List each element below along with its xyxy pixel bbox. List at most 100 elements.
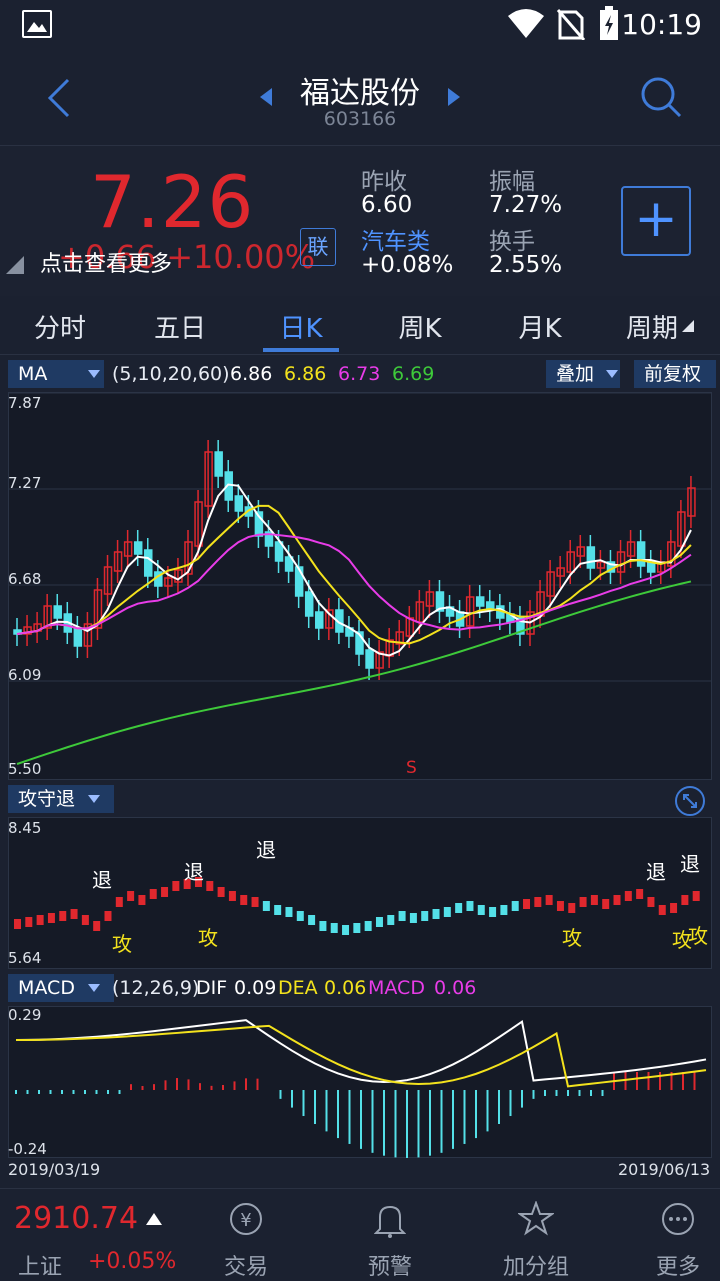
tab-five-day[interactable]: 五日 <box>130 308 230 345</box>
gsf-bar-mark <box>432 909 440 919</box>
gsf-bar-mark <box>489 907 497 917</box>
macd-bar: MACD (12,26,9) DIF 0.09 DEA 0.06 MACD 0.… <box>0 974 720 1004</box>
nav-alert-label: 预警 <box>367 1255 412 1280</box>
gsf-bar-mark <box>115 897 123 907</box>
nav-more-label: 更多 <box>655 1255 700 1280</box>
prev-close-value: 6.60 <box>361 192 413 218</box>
gsf-bar-mark <box>556 901 564 911</box>
gsf-bar-mark <box>545 895 553 905</box>
macd-axis-top: 0.29 <box>8 1006 42 1024</box>
gsf-bar-mark <box>421 911 429 921</box>
candle-body <box>315 611 324 629</box>
gsf-bar-mark <box>59 911 67 921</box>
ma60-line <box>16 580 692 765</box>
stock-code: 603166 <box>323 108 397 130</box>
candle-body <box>133 541 143 555</box>
gsf-bar-mark <box>477 905 485 915</box>
dea-label: DEA <box>278 977 318 999</box>
candle-body <box>586 546 596 569</box>
related-button[interactable]: 联 <box>300 228 336 266</box>
expand-icon[interactable] <box>674 785 706 817</box>
tab-weekly-k[interactable]: 周K <box>370 308 470 345</box>
gsf-signal-label: 退 <box>646 860 666 884</box>
gsf-bar-mark <box>375 917 383 927</box>
gsf-bar-mark <box>511 901 519 911</box>
svg-text:¥: ¥ <box>240 1210 251 1231</box>
tab-intraday[interactable]: 分时 <box>10 308 110 345</box>
ma-dropdown-label: MA <box>18 363 48 385</box>
gsf-bar-mark <box>624 891 632 901</box>
index-value[interactable]: 2910.74 <box>14 1201 138 1236</box>
gsf-chart[interactable]: 退退退退退攻攻攻攻攻 8.45 5.64 <box>8 817 712 969</box>
gsf-bar-mark <box>319 921 327 931</box>
next-stock-icon[interactable] <box>446 88 462 106</box>
ma20-value: 6.73 <box>338 363 381 385</box>
gsf-dropdown-label: 攻守退 <box>18 788 76 810</box>
gsf-signal-label: 退 <box>256 838 276 862</box>
gsf-bar-mark <box>330 923 338 933</box>
amplitude-value: 7.27% <box>489 192 563 218</box>
ma5-value: 6.86 <box>230 363 273 385</box>
overlay-label: 叠加 <box>556 363 595 385</box>
nav-trade[interactable]: ¥ 交易 <box>196 1189 296 1281</box>
stock-header: 福达股份 603166 <box>0 50 720 146</box>
battery-icon <box>600 6 618 40</box>
kline-chart[interactable]: 7.87 7.27 6.68 6.09 5.50 S <box>8 392 712 780</box>
tab-monthly-k[interactable]: 月K <box>490 308 590 345</box>
nav-alert[interactable]: 预警 <box>340 1189 440 1281</box>
tab-daily-k[interactable]: 日K <box>251 308 351 345</box>
gsf-bar-mark <box>206 881 214 891</box>
gsf-svg: 退退退退 退攻攻攻攻攻 <box>8 817 712 969</box>
macd-value: 0.06 <box>434 977 477 999</box>
kline-axis-3: 6.68 <box>8 570 42 588</box>
star-icon <box>518 1201 554 1236</box>
add-watchlist-button[interactable]: + <box>621 186 691 256</box>
gsf-bar-mark <box>602 899 610 909</box>
gsf-bar-mark <box>70 909 78 919</box>
adjust-button[interactable]: 前复权 <box>634 360 716 388</box>
candle-body <box>73 627 83 647</box>
macd-svg <box>8 1006 712 1158</box>
gsf-bar-mark <box>364 921 372 931</box>
nav-more[interactable]: 更多 <box>628 1189 720 1281</box>
index-name: 上证 <box>18 1255 63 1280</box>
kline-axis-top: 7.87 <box>8 394 42 412</box>
candle-body <box>304 591 314 617</box>
up-arrow-icon <box>146 1213 162 1225</box>
dif-label: DIF <box>196 977 228 999</box>
gsf-bar-mark <box>342 925 350 935</box>
more-info-tip[interactable]: 点击查看更多 <box>40 246 172 278</box>
macd-dropdown-label: MACD <box>18 977 75 999</box>
gsf-bar-mark <box>613 895 621 905</box>
gsf-bar-mark <box>36 915 44 925</box>
gallery-icon <box>22 10 52 38</box>
gsf-axis-bottom: 5.64 <box>8 949 42 967</box>
search-icon[interactable] <box>638 74 684 120</box>
sell-marker: S <box>406 758 417 778</box>
sector-label[interactable]: 汽车类 <box>361 222 430 256</box>
period-dropdown-icon <box>682 320 694 332</box>
prev-close-label: 昨收 <box>361 169 407 195</box>
ma-params: (5,10,20,60) <box>112 363 230 385</box>
gsf-bar-mark <box>455 903 463 913</box>
kline-axis-4: 6.09 <box>8 666 42 684</box>
candle-body <box>365 649 374 669</box>
macd-params: (12,26,9) <box>112 977 200 999</box>
active-tab-indicator <box>263 348 339 352</box>
gsf-bar-mark <box>658 905 666 915</box>
gsf-signal-label: 退 <box>184 860 204 884</box>
stock-name: 福达股份 <box>300 76 420 111</box>
chevron-down-icon <box>606 370 618 378</box>
nav-add-group[interactable]: 加分组 <box>486 1189 586 1281</box>
kline-axis-bottom: 5.50 <box>8 760 42 778</box>
gsf-bar: 攻守退 <box>0 785 720 817</box>
macd-chart[interactable]: 0.29 -0.24 <box>8 1006 712 1158</box>
nav-trade-label: 交易 <box>223 1255 268 1280</box>
gsf-bar-mark <box>262 901 270 911</box>
candle-body <box>144 549 153 577</box>
wifi-icon <box>508 9 544 38</box>
gsf-bar-mark <box>25 917 33 927</box>
quote-panel[interactable]: 7.26 +0.66 +10.00% 点击查看更多 联 昨收 6.60 汽车类 … <box>0 146 720 296</box>
gsf-axis-top: 8.45 <box>8 819 42 837</box>
gsf-signal-label: 退 <box>680 852 700 876</box>
